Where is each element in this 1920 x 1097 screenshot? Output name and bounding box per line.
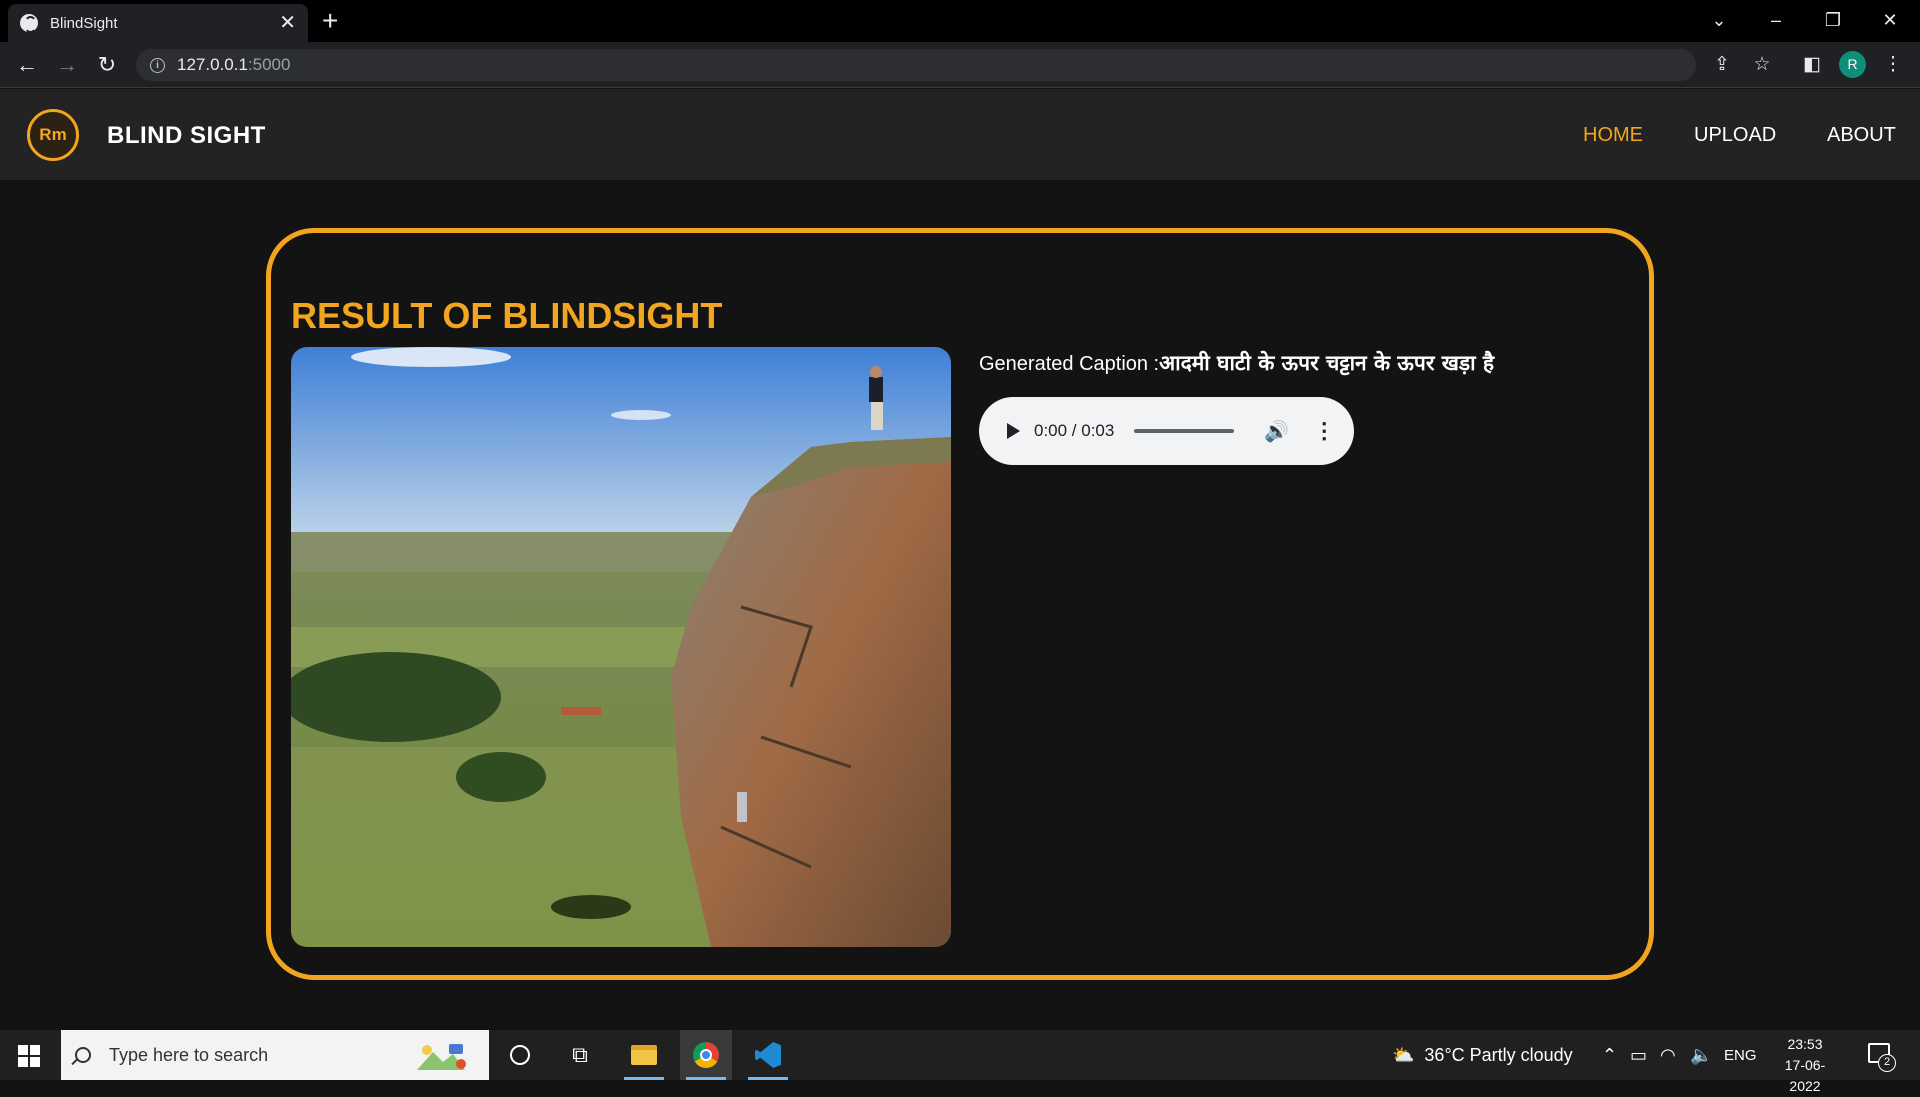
- folder-icon: [631, 1045, 657, 1065]
- new-tab-button[interactable]: +: [322, 6, 338, 36]
- nav-upload[interactable]: UPLOAD: [1694, 124, 1776, 147]
- brand-name[interactable]: BLIND SIGHT: [107, 122, 266, 150]
- share-icon[interactable]: ⇪: [1708, 51, 1736, 79]
- clock-time: 23:53: [1787, 1036, 1823, 1052]
- app-header: Rm BLIND SIGHT HOME UPLOAD ABOUT: [0, 89, 1920, 180]
- task-view-button[interactable]: ⧉: [554, 1030, 606, 1080]
- result-title: RESULT OF BLINDSIGHT: [291, 295, 723, 336]
- chrome-icon: [693, 1042, 719, 1068]
- battery-icon[interactable]: ▭: [1630, 1030, 1647, 1080]
- vscode-taskbar-button[interactable]: [742, 1030, 794, 1080]
- taskbar-clock[interactable]: 23:53 17-06-2022: [1770, 1034, 1840, 1097]
- speaker-icon[interactable]: 🔈: [1690, 1030, 1712, 1080]
- result-image: [291, 347, 951, 947]
- reload-button[interactable]: ↻: [92, 50, 122, 80]
- browser-tab[interactable]: BlindSight ✕: [8, 4, 308, 42]
- search-highlight-icon: [417, 1044, 466, 1070]
- profile-avatar[interactable]: R: [1839, 51, 1866, 78]
- address-bar[interactable]: i 127.0.0.1:5000: [136, 49, 1696, 81]
- generated-caption: Generated Caption :आदमी घाटी के ऊपर चट्ट…: [979, 349, 1494, 377]
- weather-text: 36°C Partly cloudy: [1424, 1044, 1573, 1065]
- more-options-icon[interactable]: ⋮: [1313, 420, 1335, 442]
- menu-kebab-icon[interactable]: ⋮: [1879, 51, 1907, 79]
- bookmark-star-icon[interactable]: ☆: [1748, 51, 1776, 79]
- audio-time: 0:00 / 0:03: [1034, 421, 1115, 440]
- caption-text: आदमी घाटी के ऊपर चट्टान के ऊपर खड़ा है: [1159, 351, 1495, 375]
- notification-badge: 2: [1878, 1054, 1896, 1072]
- tray-overflow-icon[interactable]: ⌃: [1602, 1030, 1617, 1080]
- wifi-icon[interactable]: ◠: [1660, 1030, 1676, 1080]
- audio-progress-slider[interactable]: [1134, 429, 1235, 433]
- nav-home[interactable]: HOME: [1583, 124, 1643, 147]
- site-info-icon[interactable]: i: [150, 57, 165, 73]
- close-tab-icon[interactable]: ✕: [279, 13, 296, 33]
- tab-title: BlindSight: [50, 14, 118, 32]
- cortana-icon: [510, 1045, 530, 1065]
- vscode-icon: [755, 1042, 781, 1068]
- volume-icon[interactable]: 🔊: [1264, 419, 1289, 444]
- side-panel-icon[interactable]: ◧: [1798, 51, 1826, 79]
- globe-icon: [20, 14, 38, 33]
- audio-player[interactable]: 0:00 / 0:03 🔊 ⋮: [979, 397, 1354, 465]
- search-placeholder: Type here to search: [109, 1044, 269, 1065]
- play-icon[interactable]: [1007, 423, 1020, 439]
- nav-about[interactable]: ABOUT: [1827, 124, 1896, 147]
- restore-button[interactable]: ❐: [1813, 6, 1853, 34]
- cortana-button[interactable]: [494, 1030, 546, 1080]
- weather-widget[interactable]: ⛅ 36°C Partly cloudy: [1392, 1030, 1573, 1080]
- app-logo[interactable]: Rm: [27, 109, 79, 161]
- caption-label: Generated Caption :: [979, 353, 1160, 375]
- back-button[interactable]: ←: [12, 50, 42, 80]
- browser-tabstrip: BlindSight ✕ + ⌄ – ❐ ✕: [0, 0, 1920, 42]
- windows-start-icon[interactable]: [18, 1045, 40, 1067]
- language-indicator[interactable]: ENG: [1724, 1030, 1757, 1080]
- minimize-button[interactable]: –: [1756, 6, 1796, 34]
- taskbar: Type here to search ⧉ ⛅ 36°C Partly clou…: [0, 1030, 1920, 1094]
- close-window-button[interactable]: ✕: [1870, 6, 1910, 34]
- forward-button[interactable]: →: [52, 50, 82, 80]
- url-port: :5000: [247, 55, 291, 74]
- partly-cloudy-icon: ⛅: [1392, 1044, 1415, 1065]
- search-icon: [75, 1047, 91, 1063]
- clock-date: 17-06-2022: [1784, 1057, 1826, 1094]
- browser-toolbar: ← → ↻ i 127.0.0.1:5000 ⇪ ☆ ◧ ⋮: [0, 42, 1920, 88]
- chrome-taskbar-button[interactable]: [680, 1030, 732, 1080]
- task-view-icon: ⧉: [572, 1042, 588, 1067]
- url-host: 127.0.0.1: [177, 55, 248, 74]
- file-explorer-button[interactable]: [618, 1030, 670, 1080]
- taskbar-search[interactable]: Type here to search: [61, 1030, 489, 1080]
- tab-search-icon[interactable]: ⌄: [1699, 6, 1739, 34]
